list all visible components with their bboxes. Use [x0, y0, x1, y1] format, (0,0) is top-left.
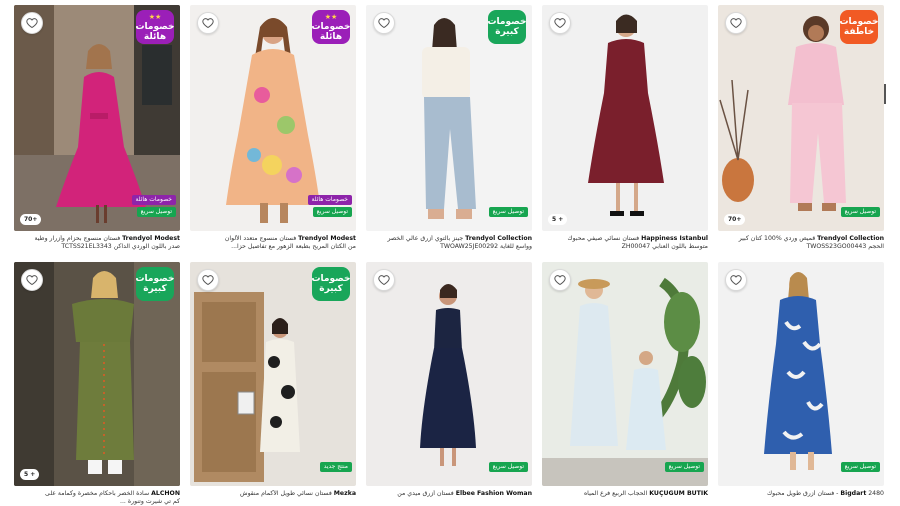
- fast-shipping-badge: توصيل سريع: [488, 462, 528, 472]
- heart-icon: [378, 275, 390, 286]
- product-title[interactable]: Bigdart 2480 - فستان أزرق طويل محبوك: [718, 490, 884, 506]
- fast-shipping-badge: توصيل سريع: [840, 462, 880, 472]
- rating-count: 70+: [20, 214, 42, 225]
- product-image[interactable]: خصومات خاطفة توصيل سريع 70+: [718, 5, 884, 231]
- product-card[interactable]: توصيل سريع KÜÇÜGUM BUTİK الحجاب الربيع ف…: [542, 262, 708, 506]
- product-grid: ★★ خصومات هائلة خصومات هائلة توصيل سريع 70…: [0, 0, 900, 506]
- product-image[interactable]: ★★ خصومات هائلة خصومات هائلة توصيل سريع: [190, 5, 356, 231]
- product-image[interactable]: ★★ خصومات هائلة خصومات هائلة توصيل سريع 70…: [14, 5, 180, 231]
- product-image[interactable]: خصومات كبيرة 5 +: [14, 262, 180, 486]
- heart-icon: [26, 18, 38, 29]
- new-product-badge: منتج جديد: [319, 462, 352, 472]
- promo-badge: ★★ خصومات هائلة: [312, 10, 351, 44]
- product-card[interactable]: خصومات كبيرة توصيل سريع Trendyol Collecti…: [366, 5, 532, 260]
- product-card[interactable]: خصومات خاطفة توصيل سريع 70+ Trendyol Coll…: [718, 5, 884, 260]
- favorite-button[interactable]: [725, 12, 747, 34]
- product-image[interactable]: توصيل سريع: [366, 262, 532, 486]
- heart-icon: [26, 275, 38, 286]
- promo-badge: خصومات خاطفة: [840, 10, 879, 44]
- product-image[interactable]: خصومات كبيرة منتج جديد: [190, 262, 356, 486]
- rating-count: 5 +: [548, 214, 568, 225]
- product-card[interactable]: خصومات كبيرة منتج جديد Mezka فستان نسائي …: [190, 262, 356, 506]
- discount-strip: خصومات هائلة: [307, 195, 352, 205]
- product-title[interactable]: Happiness İstanbul فستان نسائي صيفي محبو…: [542, 235, 708, 257]
- discount-strip: خصومات هائلة: [131, 195, 176, 205]
- product-card[interactable]: 5 + Happiness İstanbul فستان نسائي صيفي …: [542, 5, 708, 260]
- product-title[interactable]: Trendyol Collection جينز بالتوي أزرق عال…: [366, 235, 532, 257]
- favorite-button[interactable]: [725, 269, 747, 291]
- fast-shipping-badge: توصيل سريع: [488, 207, 528, 217]
- product-image[interactable]: توصيل سريع: [542, 262, 708, 486]
- favorite-button[interactable]: [197, 269, 219, 291]
- heart-icon: [554, 275, 566, 286]
- product-card[interactable]: توصيل سريع Bigdart 2480 - فستان أزرق طوي…: [718, 262, 884, 506]
- product-title[interactable]: ALCHON سادة الخصر بأحكام مخصرة وكمامة عل…: [14, 490, 180, 506]
- favorite-button[interactable]: [197, 12, 219, 34]
- product-image[interactable]: 5 +: [542, 5, 708, 231]
- heart-icon: [730, 18, 742, 29]
- favorite-button[interactable]: [21, 12, 43, 34]
- promo-badge: خصومات كبيرة: [136, 267, 175, 301]
- fast-shipping-badge: توصيل سريع: [312, 207, 352, 217]
- favorite-button[interactable]: [21, 269, 43, 291]
- favorite-button[interactable]: [549, 12, 571, 34]
- product-card[interactable]: توصيل سريع Elbee Fashion Woman فستان أزر…: [366, 262, 532, 506]
- promo-badge: خصومات كبيرة: [312, 267, 351, 301]
- heart-icon: [202, 18, 214, 29]
- scrollbar[interactable]: [884, 84, 886, 104]
- heart-icon: [202, 275, 214, 286]
- fast-shipping-badge: توصيل سريع: [136, 207, 176, 217]
- product-image[interactable]: توصيل سريع: [718, 262, 884, 486]
- product-title[interactable]: KÜÇÜGUM BUTİK الحجاب الربيع فرع المياه: [542, 490, 708, 506]
- promo-badge: ★★ خصومات هائلة: [136, 10, 175, 44]
- product-title[interactable]: Trendyol Modest فستان منسوج بحزام وأزرار…: [14, 235, 180, 257]
- fast-shipping-badge: توصيل سريع: [664, 462, 704, 472]
- product-title[interactable]: Elbee Fashion Woman فستان أزرق ميدي من: [366, 490, 532, 506]
- product-title[interactable]: Trendyol Collection قميص وردي %100 كتان …: [718, 235, 884, 257]
- heart-icon: [554, 18, 566, 29]
- product-card[interactable]: ★★ خصومات هائلة خصومات هائلة توصيل سريع Tr…: [190, 5, 356, 260]
- favorite-button[interactable]: [549, 269, 571, 291]
- rating-count: 70+: [724, 214, 746, 225]
- product-card[interactable]: ★★ خصومات هائلة خصومات هائلة توصيل سريع 70…: [14, 5, 180, 260]
- product-card[interactable]: خصومات كبيرة 5 + ALCHON سادة الخصر بأحكام…: [14, 262, 180, 506]
- rating-count: 5 +: [20, 469, 40, 480]
- heart-icon: [730, 275, 742, 286]
- promo-badge: خصومات كبيرة: [488, 10, 527, 44]
- heart-icon: [378, 18, 390, 29]
- favorite-button[interactable]: [373, 269, 395, 291]
- product-title[interactable]: Trendyol Modest فستان منسوج متعدد الألوا…: [190, 235, 356, 257]
- product-image[interactable]: خصومات كبيرة توصيل سريع: [366, 5, 532, 231]
- fast-shipping-badge: توصيل سريع: [840, 207, 880, 217]
- product-title[interactable]: Mezka فستان نسائي طويل الأكمام منقوش: [190, 490, 356, 506]
- favorite-button[interactable]: [373, 12, 395, 34]
